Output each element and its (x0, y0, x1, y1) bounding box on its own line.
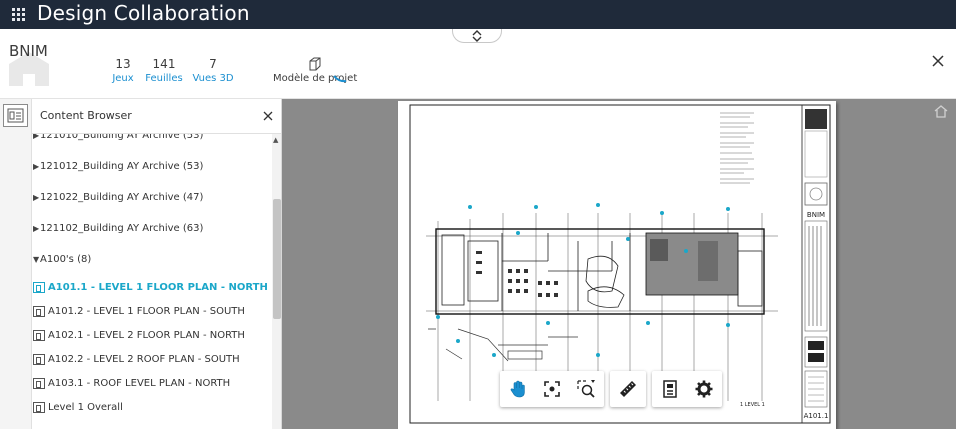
sheet-properties-button[interactable] (654, 373, 686, 405)
cube-icon (309, 57, 321, 71)
sheet-icon (33, 402, 45, 413)
scrollbar-thumb[interactable] (273, 199, 281, 319)
stat-sheets-label: Feuilles (145, 73, 183, 84)
stat-3d-views-label: Vues 3D (192, 73, 234, 84)
measure-icon (620, 381, 636, 397)
stat-3d-views-value: 7 (209, 57, 217, 71)
sheet-icon (33, 282, 45, 293)
loading-spinner-icon (333, 75, 347, 83)
pan-icon (510, 380, 525, 398)
sheet-number: A101.1 (804, 412, 829, 420)
pan-button[interactable] (502, 373, 534, 405)
content-browser-header: Content Browser (32, 99, 281, 134)
settings-icon (695, 380, 713, 398)
close-icon[interactable] (930, 53, 946, 69)
expand-arrow-icon[interactable]: ▶ (33, 155, 39, 179)
app-title: Design Collaboration (37, 1, 250, 25)
expand-arrow-icon[interactable]: ▶ (33, 134, 39, 148)
content-list: ▶ 121010_Building AY Archive (53) ▶ 1210… (32, 134, 272, 429)
stat-sets-label: Jeux (112, 73, 134, 84)
sheet-item[interactable]: A101.1 - LEVEL 1 FLOOR PLAN - NORTH (32, 276, 272, 300)
sheet-item[interactable]: Level 1 Overall (32, 396, 272, 420)
content-browser-title: Content Browser (40, 109, 132, 122)
stat-sheets-value: 141 (152, 57, 176, 71)
expand-arrow-icon[interactable]: ▶ (33, 217, 39, 241)
chevron-up-down-icon (472, 30, 482, 42)
fit-view-icon (544, 381, 560, 397)
navigation-tools-group (500, 371, 604, 407)
left-rail (0, 99, 32, 429)
measure-button[interactable] (612, 373, 644, 405)
scrollbar[interactable]: ▲ (272, 134, 281, 429)
content-browser-toggle[interactable] (3, 104, 28, 127)
content-browser-panel: Content Browser ▶ 121010_Building AY Arc… (32, 99, 282, 429)
fit-view-button[interactable] (536, 373, 568, 405)
sheet-icon (33, 378, 45, 389)
collapse-arrow-icon[interactable]: ▼ (33, 248, 39, 272)
collapse-header-button[interactable] (452, 29, 502, 43)
sheet-item[interactable]: A102.1 - LEVEL 2 FLOOR PLAN - NORTH (32, 324, 272, 348)
sheet-icon (33, 330, 45, 341)
sheet-properties-icon (663, 380, 677, 398)
sheet-item[interactable]: A102.2 - LEVEL 2 ROOF PLAN - SOUTH (32, 348, 272, 372)
stat-sets-value: 13 (115, 57, 131, 71)
stat-sets[interactable]: 13 Jeux (108, 57, 138, 84)
stat-3d-views[interactable]: 7 Vues 3D (192, 57, 234, 84)
folder-item[interactable]: ▶ 121022_Building AY Archive (47) (32, 186, 272, 210)
measure-tools-group (610, 371, 646, 407)
stat-sheets[interactable]: 141 Feuilles (143, 57, 185, 84)
folder-item[interactable]: ▶ 121012_Building AY Archive (53) (32, 155, 272, 179)
scroll-up-arrow-icon[interactable]: ▲ (273, 136, 278, 144)
sheet-item[interactable]: A101.2 - LEVEL 1 FLOOR PLAN - SOUTH (32, 300, 272, 324)
apps-grid-icon[interactable] (10, 6, 26, 22)
sheet-icon (33, 306, 45, 317)
folder-item[interactable]: ▶ 121102_Building AY Archive (63) (32, 217, 272, 241)
folder-item[interactable]: ▶ 121010_Building AY Archive (53) (32, 134, 272, 148)
folder-item[interactable]: ▼ A100's (8) (32, 248, 272, 272)
top-bar: Design Collaboration (0, 0, 956, 29)
zoom-window-button[interactable] (570, 373, 602, 405)
settings-button[interactable] (688, 373, 720, 405)
settings-tools-group (652, 371, 722, 407)
sheet-viewer[interactable]: BNIM A101.1 1 LEVEL 1 (282, 99, 956, 429)
sheet-item[interactable]: A103.1 - ROOF LEVEL PLAN - NORTH (32, 372, 272, 396)
home-view-icon[interactable] (933, 104, 949, 118)
expand-arrow-icon[interactable]: ▶ (33, 186, 39, 210)
project-header: BNIM 13 Jeux 141 Feuilles 7 Vues 3D Modè… (0, 29, 956, 99)
project-name: BNIM (9, 42, 48, 60)
sheet-icon (33, 354, 45, 365)
content-browser-icon (7, 108, 24, 123)
close-panel-icon[interactable] (262, 110, 274, 122)
zoom-window-icon (577, 380, 595, 398)
title-block-firm: BNIM (807, 211, 825, 219)
plan-scale-label: 1 LEVEL 1 (740, 402, 765, 408)
